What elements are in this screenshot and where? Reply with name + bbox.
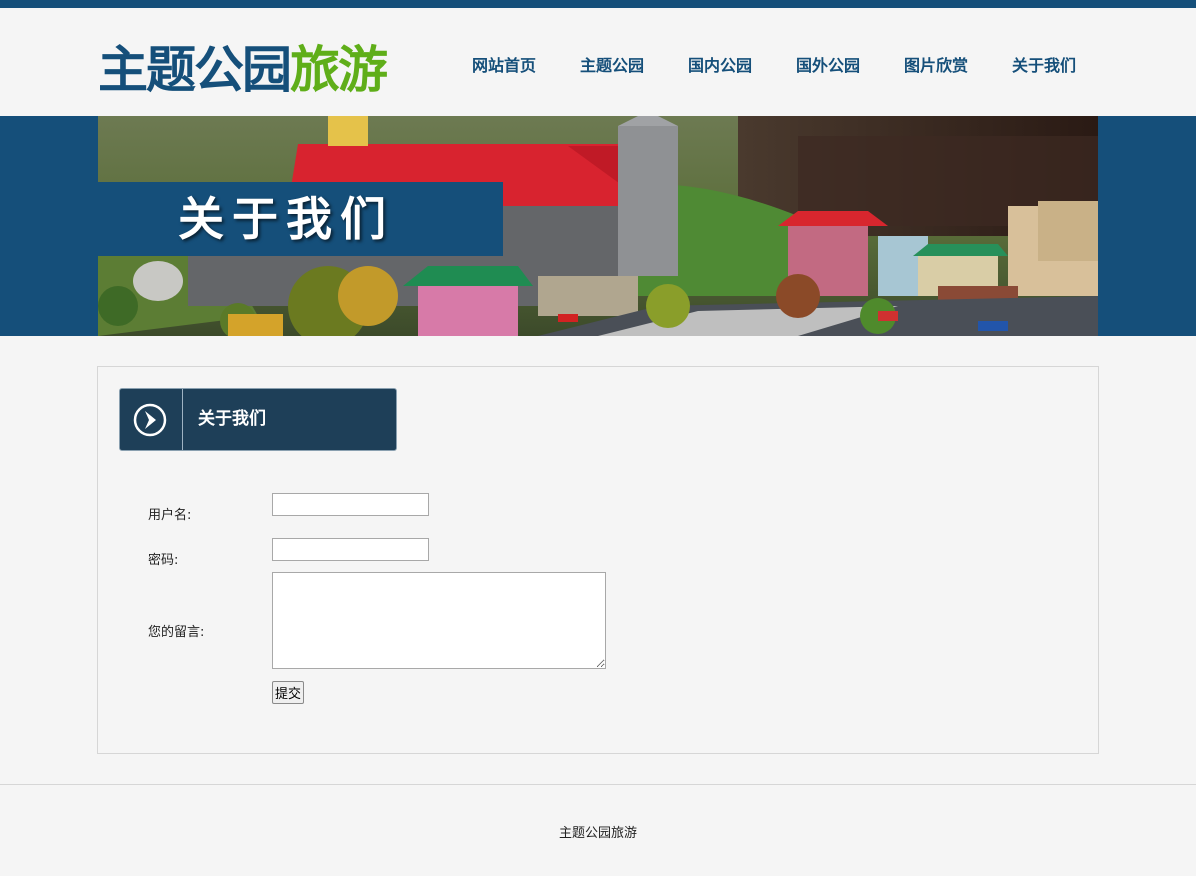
message-label: 您的留言: <box>148 625 205 640</box>
site-logo[interactable]: 主题公园旅游 <box>98 40 388 100</box>
username-label: 用户名: <box>148 508 192 523</box>
top-accent-bar <box>0 0 1196 8</box>
banner-image: 关于我们 <box>98 116 1098 336</box>
chevron-right-circle-icon <box>133 403 167 437</box>
username-input[interactable] <box>272 493 429 516</box>
content-panel: 关于我们 用户名: 密码: 您的留言: 提交 <box>97 366 1099 754</box>
nav-item-home[interactable]: 网站首页 <box>450 54 558 78</box>
nav-item-foreign-parks[interactable]: 国外公园 <box>774 54 882 78</box>
nav-item-gallery[interactable]: 图片欣赏 <box>882 54 990 78</box>
password-input[interactable] <box>272 538 429 561</box>
nav-item-domestic-parks[interactable]: 国内公园 <box>666 54 774 78</box>
banner-section: 关于我们 <box>0 116 1196 336</box>
banner-title: 关于我们 <box>98 182 503 256</box>
submit-button[interactable]: 提交 <box>272 681 305 704</box>
password-label: 密码: <box>148 553 179 568</box>
logo-text-accent: 旅游 <box>290 41 388 99</box>
section-header: 关于我们 <box>119 388 397 451</box>
site-header: 主题公园旅游 网站首页 主题公园 国内公园 国外公园 图片欣赏 关于我们 <box>0 8 1196 116</box>
section-icon-cell <box>120 389 183 450</box>
main-nav: 网站首页 主题公园 国内公园 国外公园 图片欣赏 关于我们 <box>450 54 1098 78</box>
section-title: 关于我们 <box>198 409 266 429</box>
nav-item-about[interactable]: 关于我们 <box>990 54 1098 78</box>
site-footer: 主题公园旅游 <box>0 784 1196 876</box>
footer-text: 主题公园旅游 <box>558 826 637 841</box>
logo-text-primary: 主题公园 <box>98 41 292 99</box>
message-textarea[interactable] <box>272 572 606 669</box>
nav-item-theme-parks[interactable]: 主题公园 <box>558 54 666 78</box>
